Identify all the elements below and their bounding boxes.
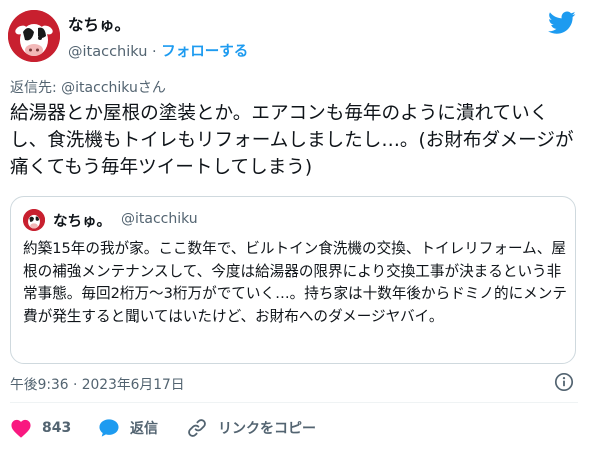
quoted-tweet-card[interactable]: なちゅ。 @itacchiku 約築15年の我が家。ここ数年で、ビルトイン食洗機… <box>10 196 576 364</box>
tweet-timestamp[interactable]: 午後9:36 · 2023年6月17日 <box>10 373 185 393</box>
speech-bubble-icon <box>99 419 119 437</box>
separator-dot: · <box>152 44 157 60</box>
like-count: 843 <box>42 420 72 436</box>
cow-avatar-icon <box>23 209 45 231</box>
twitter-bird-icon[interactable] <box>548 11 576 35</box>
reply-label: 返信 <box>130 421 158 437</box>
author-handle-row: @itacchiku · フォローする <box>68 40 248 61</box>
quoted-handle: @itacchiku <box>121 211 198 227</box>
author-handle[interactable]: @itacchiku <box>68 44 147 60</box>
link-icon <box>188 419 206 437</box>
info-icon[interactable] <box>554 372 574 392</box>
reply-to-label: 返信先: @itacchikuさん <box>10 80 166 96</box>
tweet-actions: 843 返信 リンクをコピー <box>0 410 589 446</box>
avatar[interactable] <box>8 10 60 62</box>
tweet-text: 給湯器とか屋根の塗装とか。エアコンも毎年のように潰れていくし、食洗機もトイレもリ… <box>10 103 574 178</box>
copy-link-button[interactable]: リンクをコピー <box>186 416 316 440</box>
copy-link-label: リンクをコピー <box>218 421 316 437</box>
divider <box>10 402 578 403</box>
tweet-header: なちゅ。 @itacchiku · フォローする <box>0 0 589 72</box>
follow-button[interactable]: フォローする <box>161 44 248 60</box>
cow-avatar-icon <box>8 10 60 62</box>
author-display-name[interactable]: なちゅ。 <box>68 13 130 35</box>
quoted-avatar <box>23 209 45 231</box>
quoted-display-name: なちゅ。 <box>53 214 111 230</box>
like-button[interactable]: 843 <box>10 416 71 440</box>
reply-button[interactable]: 返信 <box>98 416 158 440</box>
quoted-tweet-text: 約築15年の我が家。ここ数年で、ビルトイン食洗機の交換、トイレリフォーム、屋根の… <box>23 240 567 325</box>
heart-icon <box>11 419 31 438</box>
